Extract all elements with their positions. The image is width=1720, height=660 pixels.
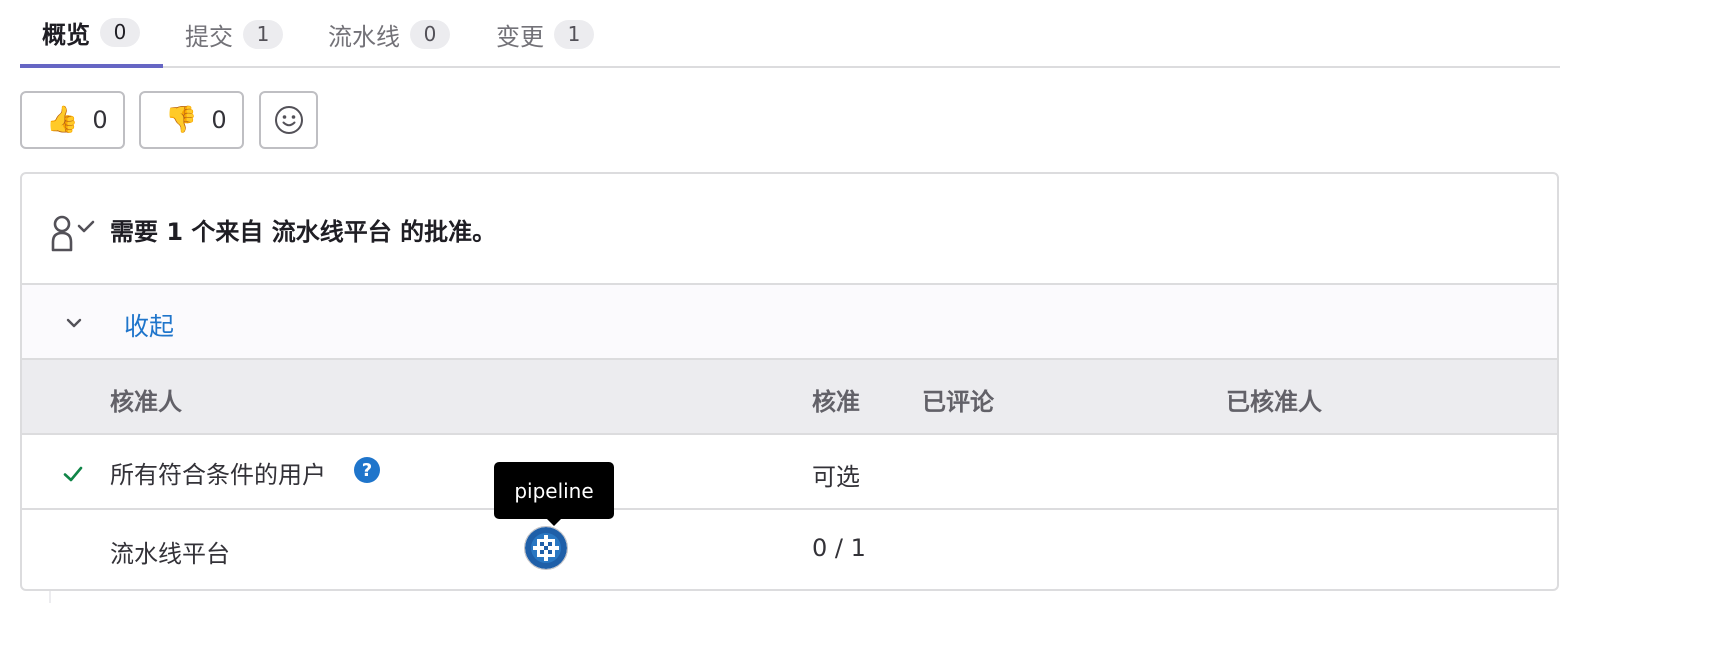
- approvals-widget: 需要 1 个来自 流水线平台 的批准。 收起 核准人 核准 已评论 已核准人 所…: [20, 172, 1559, 591]
- approvals-summary: 需要 1 个来自 流水线平台 的批准。: [110, 218, 497, 246]
- approval-status: 0 / 1: [812, 534, 866, 562]
- thumbs-down-count: 0: [211, 106, 227, 134]
- tab-commits[interactable]: 提交 1: [185, 0, 305, 68]
- tab-changes-label: 变更: [496, 22, 544, 51]
- tab-overview-label: 概览: [42, 20, 90, 49]
- approval-user-check-icon: [48, 214, 98, 258]
- thumbs-up-count: 0: [92, 106, 108, 134]
- tab-pipelines[interactable]: 流水线 0: [328, 0, 478, 68]
- divider: [49, 591, 51, 603]
- column-approved-by: 已核准人: [1226, 388, 1322, 416]
- tab-overview[interactable]: 概览 0: [20, 0, 163, 68]
- smiley-icon: [274, 105, 304, 135]
- thumbs-down-icon: 👎: [165, 105, 198, 135]
- pipeline-user-avatar[interactable]: [524, 526, 568, 570]
- tooltip-arrow: [546, 518, 562, 526]
- tab-pipelines-count: 0: [410, 19, 450, 49]
- approval-status: 可选: [812, 463, 860, 491]
- collapse-toggle-row[interactable]: 收起: [22, 285, 1557, 360]
- thumbs-down-button[interactable]: 👎 0: [139, 91, 244, 149]
- question-circle-icon[interactable]: ?: [354, 457, 380, 483]
- chevron-down-icon[interactable]: [64, 313, 84, 337]
- tab-commits-count: 1: [243, 19, 283, 49]
- column-approval: 核准: [812, 388, 860, 416]
- approver-rule-name: 流水线平台: [110, 540, 230, 568]
- tab-changes[interactable]: 变更 1: [496, 0, 621, 68]
- tab-pipelines-label: 流水线: [328, 22, 400, 51]
- tab-commits-label: 提交: [185, 22, 233, 51]
- avatar-tooltip: pipeline: [494, 462, 614, 519]
- thumbs-up-button[interactable]: 👍 0: [20, 91, 125, 149]
- table-row: 所有符合条件的用户 ? 可选: [22, 435, 1557, 510]
- check-icon: [62, 463, 84, 489]
- collapse-link[interactable]: 收起: [124, 307, 174, 343]
- approver-rule-name: 所有符合条件的用户: [110, 461, 326, 489]
- merge-request-tabs: 概览 0 提交 1 流水线 0 变更 1: [20, 0, 1560, 68]
- column-commented: 已评论: [922, 388, 994, 416]
- approvers-table-header: 核准人 核准 已评论 已核准人: [22, 360, 1557, 435]
- tab-changes-count: 1: [554, 19, 594, 49]
- add-reaction-button[interactable]: [259, 91, 318, 149]
- thumbs-up-icon: 👍: [46, 105, 79, 135]
- tab-overview-count: 0: [100, 17, 140, 47]
- table-row: 流水线平台 0 / 1: [22, 510, 1557, 585]
- column-approvers: 核准人: [110, 388, 182, 416]
- approvals-header: 需要 1 个来自 流水线平台 的批准。: [22, 174, 1557, 285]
